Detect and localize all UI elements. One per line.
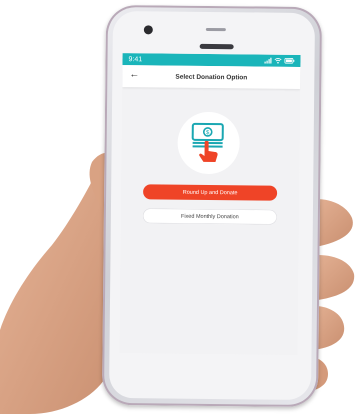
page-title: Select Donation Option bbox=[175, 73, 248, 81]
scene: 9:41 ← Select Donation Option $ Round Up… bbox=[0, 0, 362, 414]
back-arrow-icon[interactable]: ← bbox=[129, 69, 139, 80]
illustration-circle: $ bbox=[177, 111, 240, 175]
wifi-icon bbox=[274, 58, 282, 64]
signal-icon bbox=[264, 57, 272, 64]
round-up-donate-button[interactable]: Round Up and Donate bbox=[143, 184, 278, 201]
battery-icon bbox=[284, 57, 295, 64]
status-icons bbox=[264, 57, 295, 64]
cash-hand-tap-icon: $ bbox=[191, 122, 224, 163]
earpiece-speaker bbox=[199, 43, 234, 50]
phone-bottom-bezel bbox=[121, 356, 299, 392]
app-header: ← Select Donation Option bbox=[122, 65, 301, 89]
front-camera bbox=[143, 25, 153, 35]
proximity-sensor bbox=[205, 27, 226, 32]
phone-screen: 9:41 ← Select Donation Option $ Round Up… bbox=[119, 53, 301, 355]
fixed-monthly-donation-button[interactable]: Fixed Monthly Donation bbox=[142, 208, 277, 225]
status-time: 9:41 bbox=[128, 55, 143, 63]
